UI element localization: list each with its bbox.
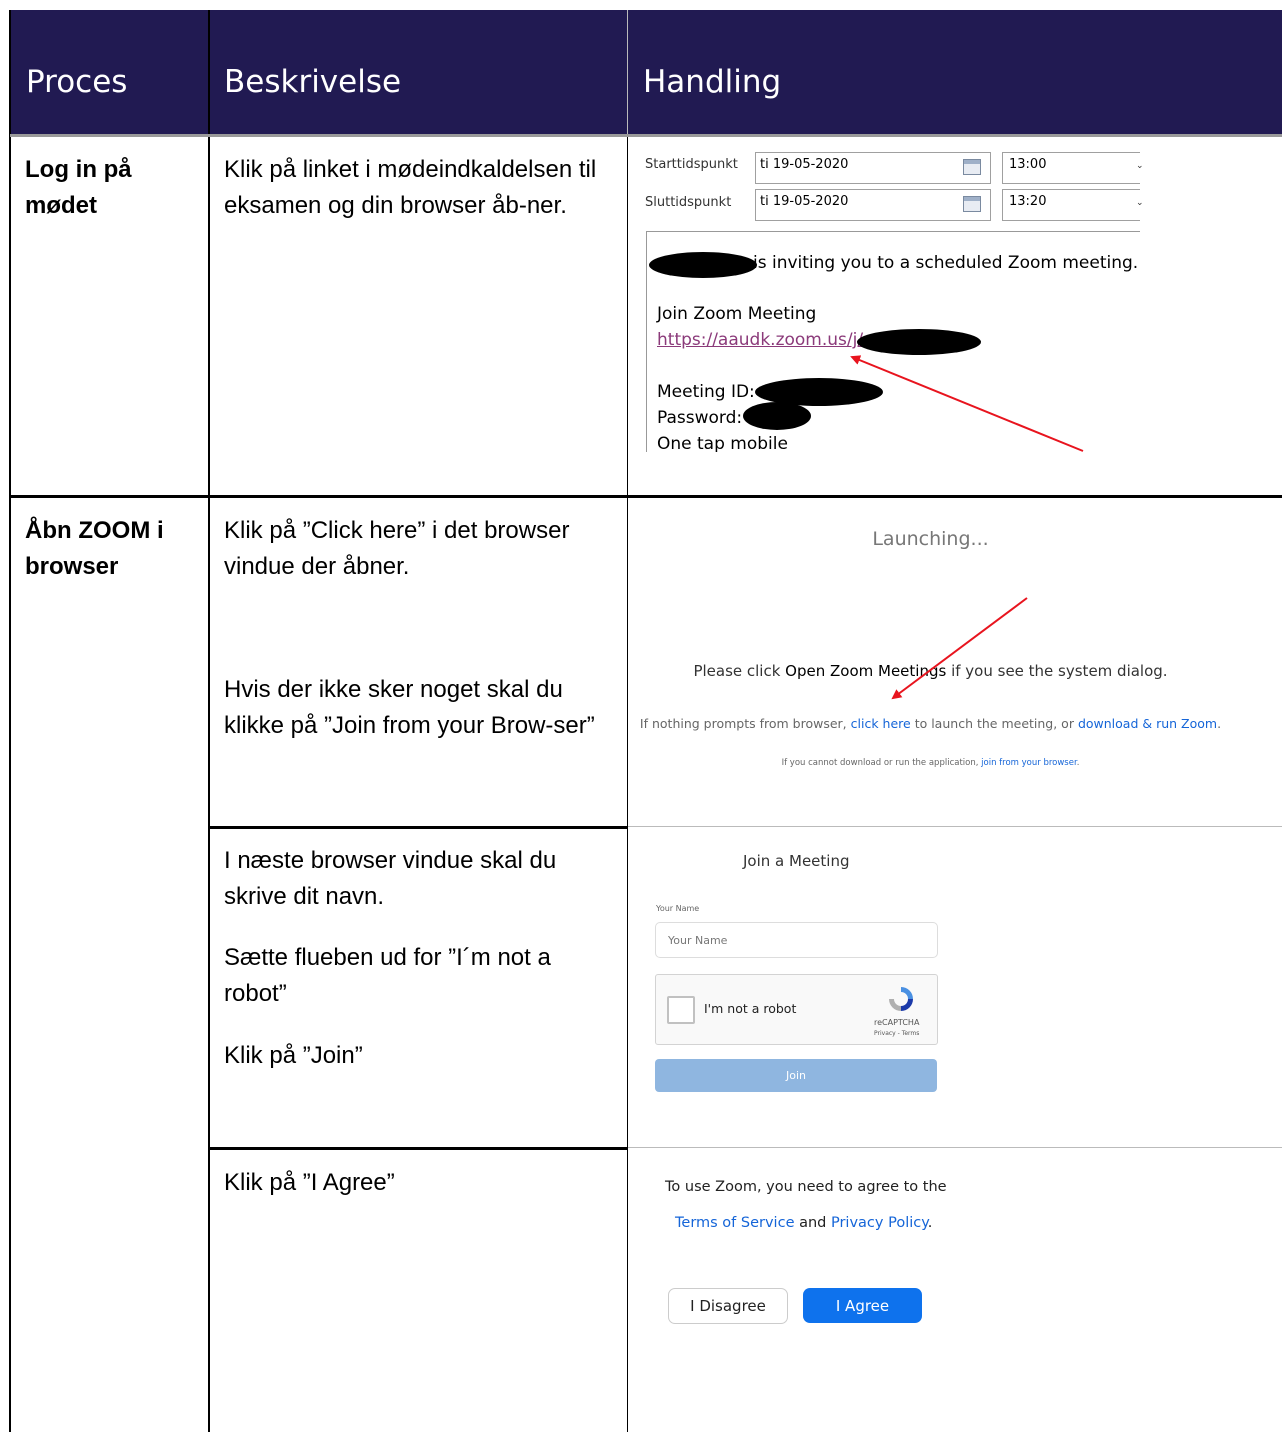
red-arrow-2 [891, 597, 1028, 700]
annotation-arrows [850, 355, 1084, 700]
red-arrow-1 [850, 355, 1084, 452]
